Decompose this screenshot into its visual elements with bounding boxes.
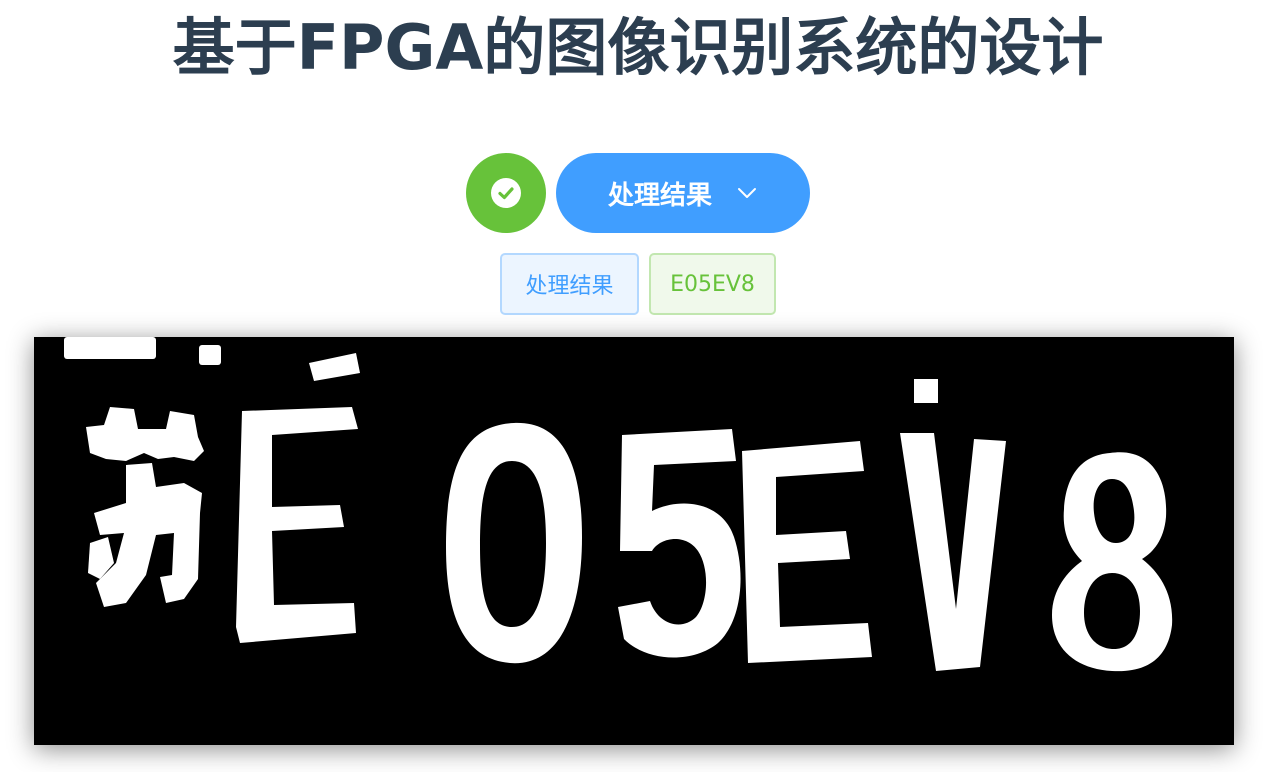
controls-bar: 处理结果 — [0, 153, 1276, 233]
status-button[interactable] — [466, 153, 546, 233]
page-title: 基于FPGA的图像识别系统的设计 — [172, 11, 1104, 84]
result-dropdown-button[interactable]: 处理结果 — [556, 153, 810, 233]
plate-char-E1 — [236, 407, 358, 643]
noise-blob — [199, 345, 221, 365]
result-tag: E05EV8 — [649, 253, 776, 315]
plate-char-5 — [618, 429, 741, 658]
plate-char-8 — [1052, 452, 1173, 672]
plate-char-su — [86, 407, 204, 607]
chevron-down-icon — [736, 186, 758, 200]
plate-image-svg — [64, 337, 1173, 672]
plate-char-0 — [446, 422, 582, 664]
noise-blob — [914, 379, 938, 403]
plate-char-V — [900, 433, 1006, 671]
check-circle-icon — [491, 178, 521, 208]
binarized-plate-image — [34, 337, 1234, 745]
label-tag: 处理结果 — [500, 253, 639, 315]
plate-char-E2 — [742, 441, 872, 663]
noise-blob — [64, 337, 156, 359]
tag-row: 处理结果 E05EV8 — [0, 253, 1276, 315]
dropdown-label: 处理结果 — [607, 180, 712, 211]
noise-blob — [309, 353, 360, 381]
